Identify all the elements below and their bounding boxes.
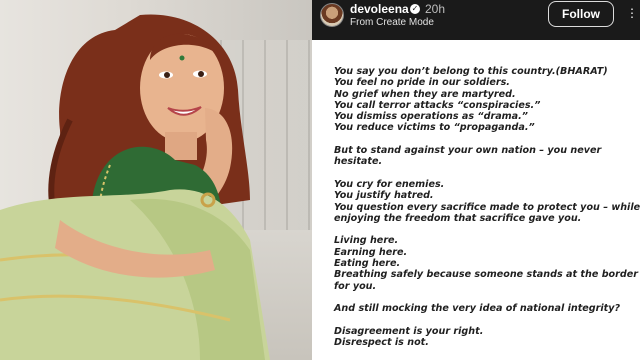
post-text-line: Living here.	[334, 235, 399, 247]
post-text: You say you don’t belong to this country…	[334, 66, 640, 349]
post-time: 20h	[425, 2, 446, 16]
post-text-line: But to stand against your own nation – y…	[334, 145, 602, 157]
post-text-line: Earning here.	[334, 246, 408, 258]
post-text-line: hesitate.	[334, 156, 383, 168]
post-text-line: Eating here.	[334, 258, 401, 270]
verified-badge-icon: ✓	[410, 4, 420, 14]
post-text-line: You say you don’t belong to this country…	[334, 66, 608, 77]
follow-button[interactable]: Follow	[548, 1, 614, 27]
profile-photo	[0, 0, 312, 360]
username[interactable]: devoleena	[350, 2, 409, 16]
post-text-line: Disagreement is your right.	[334, 325, 484, 337]
post-text-line: Disrespect is not.	[334, 337, 429, 349]
post-header: devoleena ✓ 20h From Create Mode Follow …	[312, 0, 640, 40]
post-text-line: Breathing safely because someone stands …	[334, 269, 638, 281]
post-text-line: And still mocking the very idea of natio…	[334, 303, 621, 315]
post-text-line: You reduce victims to “propaganda.”	[334, 122, 535, 134]
avatar[interactable]	[320, 3, 344, 27]
post-subtitle: From Create Mode	[350, 17, 434, 28]
post-text-line: You cry for enemies.	[334, 178, 445, 190]
post-text-line: You feel no pride in our soldiers.	[334, 77, 510, 89]
post-text-line: enjoying the freedom that sacrifice gave…	[334, 212, 582, 224]
post-text-line: You call terror attacks “conspiracies.”	[334, 99, 541, 111]
post-text-line: for you.	[334, 280, 377, 292]
post-text-line: No grief when they are martyred.	[334, 88, 516, 100]
woman-in-saree-illustration	[0, 14, 270, 360]
instagram-post: devoleena ✓ 20h From Create Mode Follow …	[312, 0, 640, 360]
post-text-line: You question every sacrifice made to pro…	[334, 201, 640, 213]
post-text-line: You dismiss operations as “drama.”	[334, 111, 528, 123]
post-text-line: You justify hatred.	[334, 190, 434, 202]
more-options-icon[interactable]: ⋮	[626, 6, 638, 20]
